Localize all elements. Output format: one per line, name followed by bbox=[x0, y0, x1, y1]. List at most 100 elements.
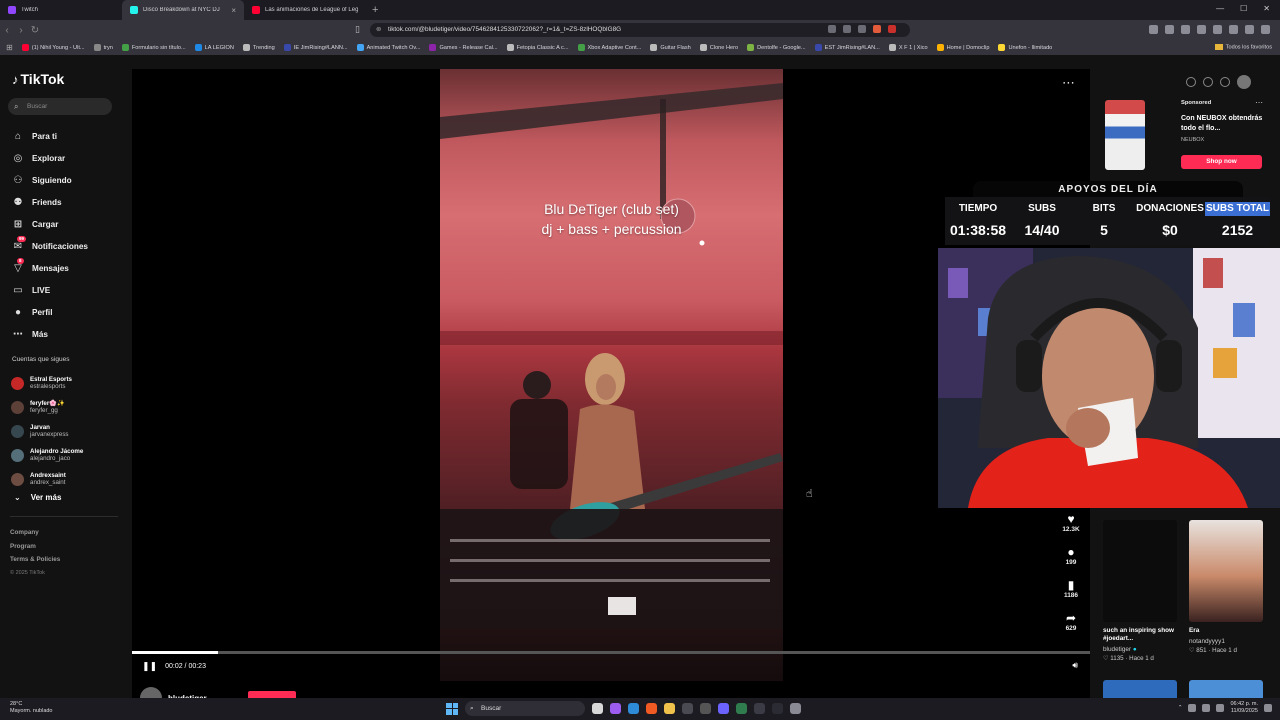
app-icon[interactable] bbox=[610, 703, 621, 714]
tray-chevron-icon[interactable]: ⌃ bbox=[1178, 705, 1183, 711]
close-window-icon[interactable]: ✕ bbox=[1263, 4, 1270, 13]
following-account[interactable]: Estral Esports estralesports bbox=[11, 371, 83, 395]
bookmark-item[interactable]: tryn bbox=[93, 44, 113, 51]
bookmark-item[interactable]: Trending bbox=[242, 44, 275, 51]
heart-button[interactable]: ♥ 12.3K bbox=[1052, 512, 1090, 545]
sidebar-item-m-s[interactable]: ⋯ Más bbox=[12, 323, 88, 345]
sponsored-ad[interactable]: Sponsored ⋯ Con NEUBOX obtendrás todo el… bbox=[1105, 98, 1263, 170]
vpn-icon[interactable] bbox=[1229, 25, 1238, 34]
coins-icon[interactable] bbox=[1186, 77, 1196, 87]
recommended-video[interactable]: such an inspiring show #joedart... blude… bbox=[1103, 520, 1183, 662]
app-icon[interactable] bbox=[682, 703, 693, 714]
clock[interactable]: 06:42 p. m. 11/09/2025 bbox=[1230, 701, 1258, 715]
see-more-button[interactable]: ⌄ Ver más bbox=[14, 493, 61, 502]
wallet-icon[interactable] bbox=[1213, 25, 1222, 34]
brave-icon[interactable] bbox=[646, 703, 657, 714]
bookmark-item[interactable]: Dentolfe - Google... bbox=[747, 44, 806, 51]
weather-widget[interactable]: 28°C Mayorm. nublado bbox=[10, 701, 53, 715]
recommended-thumbnail[interactable] bbox=[1189, 520, 1263, 622]
sidebar-item-mensajes[interactable]: ▽ 8 Mensajes bbox=[12, 257, 88, 279]
following-account[interactable]: Alejandro Jácome alejandro_jaco bbox=[11, 443, 83, 467]
tiktok-logo[interactable]: ♪ TikTok bbox=[12, 71, 64, 87]
windows-start-icon[interactable] bbox=[446, 702, 458, 715]
taskbar-search[interactable]: ⌕ Buscar bbox=[465, 701, 585, 716]
bookmark-item[interactable]: Clone Hero bbox=[699, 44, 738, 51]
back-icon[interactable]: ‹ bbox=[0, 25, 14, 36]
minimize-icon[interactable]: — bbox=[1216, 4, 1224, 13]
profile-menu-icon[interactable] bbox=[1245, 25, 1254, 34]
bookmark-item[interactable]: Formulario sin título... bbox=[121, 44, 186, 51]
network-icon[interactable] bbox=[1202, 704, 1211, 712]
sidebar-item-cargar[interactable]: ⊞ Cargar bbox=[12, 213, 88, 235]
sidebar-toggle-icon[interactable] bbox=[1197, 25, 1206, 34]
comment-button[interactable]: ● 199 bbox=[1052, 545, 1090, 578]
recommended-thumbnail[interactable] bbox=[1103, 680, 1177, 698]
footer-link-program[interactable]: Program bbox=[10, 540, 60, 554]
ad-more-icon[interactable]: ⋯ bbox=[1255, 98, 1263, 107]
app-icon[interactable] bbox=[736, 703, 747, 714]
app-icon[interactable] bbox=[772, 703, 783, 714]
recommended-video[interactable]: Era notandyyyy1 ♡ 851 · Hace 1 d bbox=[1189, 520, 1269, 654]
progress-bar[interactable] bbox=[132, 651, 1090, 654]
device-icon[interactable] bbox=[1203, 77, 1213, 87]
brave-shield-icon[interactable] bbox=[873, 25, 881, 33]
user-avatar[interactable] bbox=[1237, 75, 1251, 89]
bookmark-item[interactable]: Unefon - Ilimitado bbox=[998, 44, 1052, 51]
discord-icon[interactable] bbox=[718, 703, 729, 714]
obs-icon[interactable] bbox=[754, 703, 765, 714]
bookmark-button[interactable]: ▮ 1186 bbox=[1052, 578, 1090, 611]
tray-icon[interactable] bbox=[1188, 704, 1197, 712]
apps-grid-icon[interactable]: ⊞ bbox=[6, 43, 13, 52]
bookmark-item[interactable]: (1) Nihil Young - Ult... bbox=[21, 44, 85, 51]
settings-icon[interactable] bbox=[790, 703, 801, 714]
sidebar-item-notificaciones[interactable]: ✉ 99 Notificaciones bbox=[12, 235, 88, 257]
brave-rewards-icon[interactable] bbox=[888, 25, 896, 33]
bookmark-item[interactable]: Fetopia Classic A c... bbox=[506, 44, 569, 51]
cast-icon[interactable] bbox=[828, 25, 836, 33]
following-account[interactable]: Andrexsaint andrex_saint bbox=[11, 467, 83, 491]
site-info-icon[interactable]: ⊜ bbox=[376, 23, 381, 37]
reload-icon[interactable]: ↻ bbox=[28, 25, 42, 36]
app-icon[interactable] bbox=[700, 703, 711, 714]
bookmark-item[interactable]: Home | Domoclip bbox=[936, 44, 989, 51]
all-bookmarks-folder[interactable]: Todos los favoritos bbox=[1214, 44, 1272, 50]
following-account[interactable]: feryfer🌸✨ feryfer_gg bbox=[11, 395, 83, 419]
following-account[interactable]: Jarvan jarvanexpress bbox=[11, 419, 83, 443]
bookmark-item[interactable]: Games - Release Cal... bbox=[429, 44, 498, 51]
browser-tab[interactable]: Twitch bbox=[0, 0, 122, 20]
bookmark-item[interactable]: X F 1 | Xico bbox=[888, 44, 928, 51]
footer-link-terms[interactable]: Terms & Policies bbox=[10, 553, 60, 567]
more-options-icon[interactable]: ⋯ bbox=[1062, 75, 1076, 91]
bookmark-item[interactable]: Animated Twitch Ov... bbox=[356, 44, 420, 51]
extension-icon[interactable] bbox=[1181, 25, 1190, 34]
volume-icon[interactable]: 🔊︎ bbox=[1072, 660, 1078, 671]
bookmark-item[interactable]: Guitar Flash bbox=[650, 44, 691, 51]
file-explorer-icon[interactable] bbox=[664, 703, 675, 714]
bookmark-item[interactable]: IE JimRising#LANN... bbox=[283, 44, 348, 51]
recommended-thumbnail[interactable] bbox=[1103, 520, 1177, 622]
sidebar-item-para-ti[interactable]: ⌂ Para ti bbox=[12, 125, 88, 147]
extension-icon[interactable] bbox=[1165, 25, 1174, 34]
search-input[interactable]: ⌕ Buscar bbox=[8, 98, 112, 115]
edge-icon[interactable] bbox=[628, 703, 639, 714]
menu-icon[interactable] bbox=[1261, 25, 1270, 34]
sidebar-item-friends[interactable]: ⚉ Friends bbox=[12, 191, 88, 213]
speaker-icon[interactable] bbox=[1216, 704, 1225, 712]
share-page-icon[interactable] bbox=[858, 25, 866, 33]
forward-icon[interactable]: › bbox=[14, 25, 28, 36]
bookmark-item[interactable]: EST JimRising#LAN... bbox=[814, 44, 880, 51]
video-frame[interactable]: Blu DeTiger (club set) dj + bass + percu… bbox=[440, 69, 783, 681]
bookmark-page-icon[interactable]: ▯ bbox=[355, 24, 360, 35]
shop-now-button[interactable]: Shop now bbox=[1181, 155, 1262, 169]
maximize-icon[interactable]: ☐ bbox=[1240, 4, 1247, 13]
sidebar-item-siguiendo[interactable]: ⚇ Siguiendo bbox=[12, 169, 88, 191]
browser-tab[interactable]: Las animaciones de League of Legen bbox=[244, 0, 366, 20]
download-icon[interactable] bbox=[1220, 77, 1230, 87]
notifications-icon[interactable] bbox=[1264, 704, 1272, 712]
ad-thumbnail[interactable] bbox=[1105, 100, 1145, 170]
bookmark-item[interactable]: LA LEGION bbox=[194, 44, 234, 51]
footer-link-company[interactable]: Company bbox=[10, 526, 60, 540]
new-tab-button[interactable]: + bbox=[372, 4, 378, 16]
sidebar-item-live[interactable]: ▭ LIVE bbox=[12, 279, 88, 301]
bookmark-item[interactable]: Xbox Adaptive Cont... bbox=[577, 44, 641, 51]
